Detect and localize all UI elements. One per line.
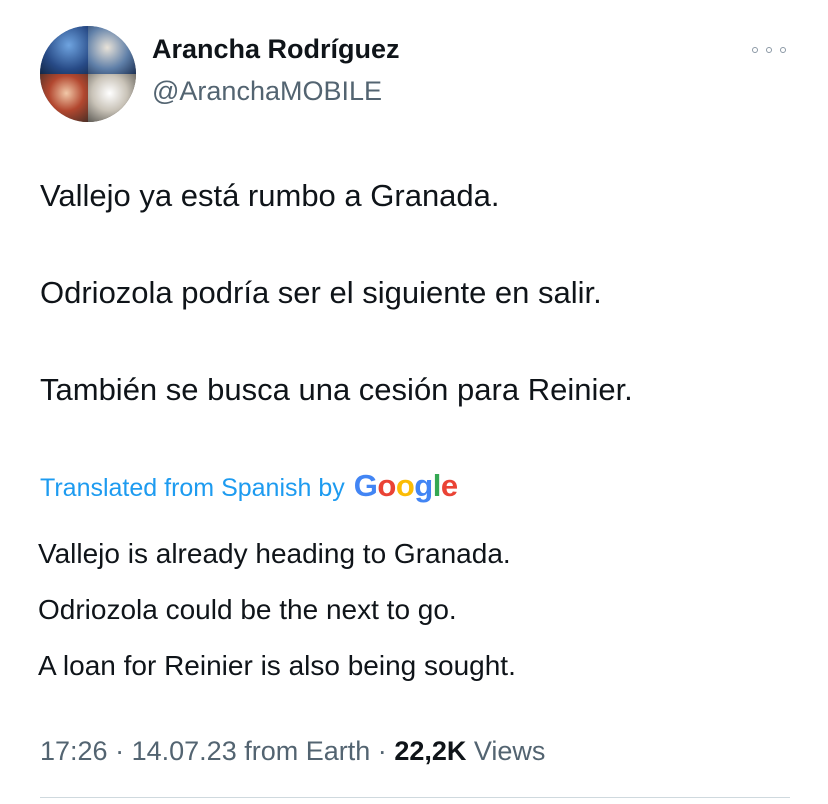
avatar-photo-tile [88, 74, 136, 122]
tweet-date[interactable]: 14.07.23 [132, 736, 237, 766]
tweet-metadata: 17:26 · 14.07.23 from Earth · 22,2K View… [40, 736, 545, 767]
avatar[interactable] [40, 26, 136, 122]
translation-attribution[interactable]: Translated from Spanish by Google [40, 468, 458, 504]
divider [40, 797, 790, 798]
author-handle[interactable]: @AranchaMOBILE [152, 76, 382, 107]
author-display-name[interactable]: Arancha Rodríguez [152, 34, 400, 65]
avatar-photo-tile [40, 74, 88, 122]
meta-separator: · [115, 736, 125, 766]
more-dot [780, 47, 786, 53]
translated-text-line: A loan for Reinier is also being sought. [38, 650, 516, 681]
tweet-text-line: También se busca una cesión para Reinier… [40, 372, 633, 407]
translated-text-line: Vallejo is already heading to Granada. [38, 538, 511, 569]
tweet-card: Arancha Rodríguez @AranchaMOBILE Vallejo… [0, 0, 828, 804]
translated-text-line: Odriozola could be the next to go. [38, 594, 457, 625]
meta-separator: · [377, 736, 387, 766]
views-label: Views [473, 736, 546, 766]
tweet-time[interactable]: 17:26 [40, 736, 108, 766]
google-logo: Google [353, 468, 458, 503]
more-dot [766, 47, 772, 53]
more-dot [752, 47, 758, 53]
tweet-source: from Earth [244, 736, 371, 766]
more-options-icon[interactable] [752, 40, 786, 60]
avatar-photo-tile [40, 26, 88, 74]
avatar-photo-tile [88, 26, 136, 74]
views-count[interactable]: 22,2K [394, 736, 466, 766]
tweet-text-line: Odriozola podría ser el siguiente en sal… [40, 275, 602, 310]
tweet-text-line: Vallejo ya está rumbo a Granada. [40, 178, 500, 213]
translation-label: Translated from Spanish by [40, 474, 345, 502]
